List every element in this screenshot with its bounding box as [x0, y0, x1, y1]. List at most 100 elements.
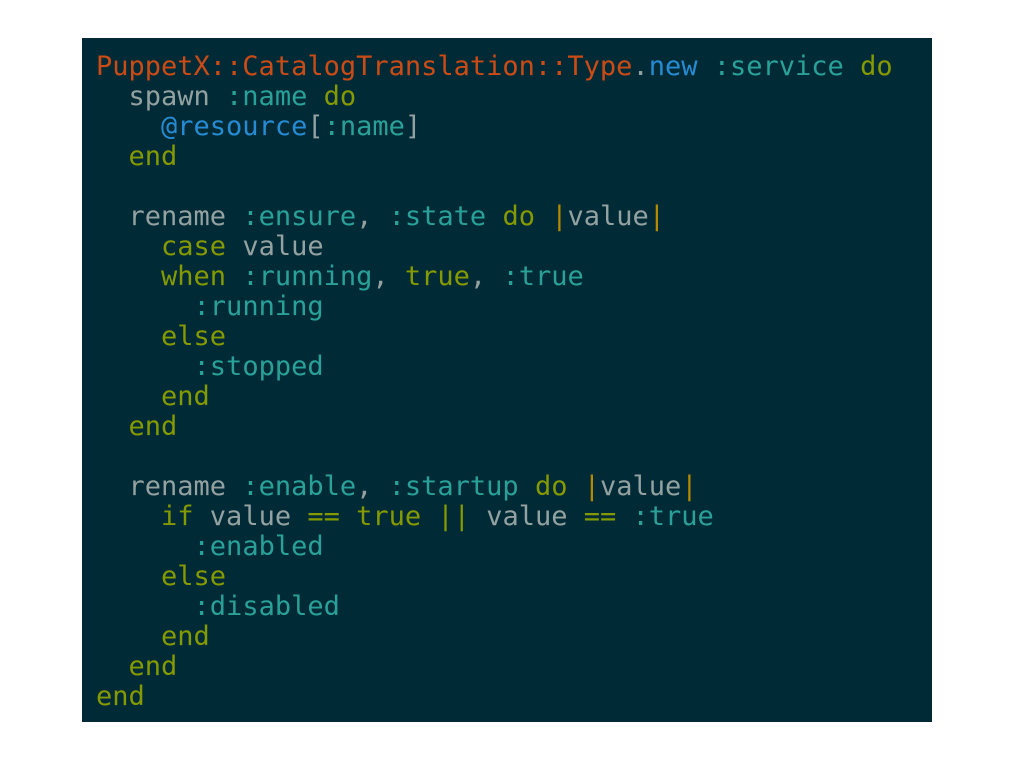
- code-punctuation: [844, 51, 860, 82]
- code-symbol: :running: [193, 291, 324, 322]
- code-keyword: ==: [583, 501, 617, 532]
- code-identifier: value: [193, 501, 308, 532]
- code-identifier: value: [599, 471, 682, 502]
- code-listing: PuppetX::CatalogTranslation::Type.new :s…: [96, 52, 932, 712]
- code-line: end: [96, 682, 932, 712]
- code-symbol: :name: [323, 111, 405, 142]
- code-keyword: end: [161, 621, 210, 652]
- code-keyword: else: [161, 561, 227, 592]
- code-punctuation: [486, 201, 502, 232]
- code-punctuation: ,: [356, 471, 389, 502]
- code-keyword: end: [96, 681, 145, 712]
- code-line: spawn :name do: [96, 82, 932, 112]
- code-keyword: do: [502, 201, 535, 232]
- code-line: end: [96, 652, 932, 682]
- code-symbol: :startup: [388, 471, 519, 502]
- code-line: :disabled: [96, 592, 932, 622]
- code-line: @resource[:name]: [96, 112, 932, 142]
- code-pipe: |: [583, 471, 600, 502]
- code-symbol: :stopped: [193, 351, 324, 382]
- code-punctuation: [567, 471, 583, 502]
- code-punctuation: [226, 261, 242, 292]
- slide: PuppetX::CatalogTranslation::Type.new :s…: [0, 0, 1024, 768]
- code-keyword: end: [161, 381, 210, 412]
- code-line: rename :enable, :startup do |value|: [96, 472, 932, 502]
- code-line: PuppetX::CatalogTranslation::Type.new :s…: [96, 52, 932, 82]
- code-punctuation: [96, 651, 129, 682]
- code-punctuation: [96, 111, 161, 142]
- code-symbol: :service: [713, 51, 844, 82]
- code-keyword: end: [128, 651, 178, 682]
- code-line: rename :ensure, :state do |value|: [96, 202, 932, 232]
- code-punctuation: ,: [356, 201, 389, 232]
- code-punctuation: [96, 591, 194, 622]
- code-line: end: [96, 382, 932, 412]
- code-punctuation: [421, 501, 437, 532]
- code-keyword: true: [356, 501, 422, 532]
- code-pipe: |: [648, 201, 666, 232]
- code-punctuation: [96, 291, 194, 322]
- code-punctuation: [616, 501, 632, 532]
- code-line: if value == true || value == :true: [96, 502, 932, 532]
- code-method: new: [648, 51, 698, 82]
- code-identifier: spawn: [96, 81, 227, 112]
- code-pipe: |: [681, 471, 698, 502]
- code-keyword: else: [161, 321, 227, 352]
- code-punctuation: [96, 351, 194, 382]
- code-punctuation: [535, 201, 551, 232]
- code-symbol: :enable: [242, 471, 357, 502]
- code-identifier: value: [226, 231, 324, 262]
- code-keyword: true: [404, 261, 470, 292]
- code-symbol: :state: [388, 201, 487, 232]
- code-keyword: if: [161, 501, 194, 532]
- code-punctuation: [96, 141, 129, 172]
- code-instance-variable: @resource: [161, 111, 308, 142]
- code-line: :enabled: [96, 532, 932, 562]
- code-punctuation: [: [307, 111, 324, 142]
- code-punctuation: [96, 231, 161, 262]
- code-line: else: [96, 322, 932, 352]
- code-symbol: :disabled: [193, 591, 340, 622]
- code-symbol: :name: [226, 81, 308, 112]
- code-line: case value: [96, 232, 932, 262]
- code-identifier: rename: [96, 201, 243, 232]
- code-punctuation: [96, 621, 161, 652]
- code-line: :running: [96, 292, 932, 322]
- code-keyword: ==: [307, 501, 340, 532]
- code-identifier: value: [567, 201, 649, 232]
- code-keyword: case: [161, 231, 227, 262]
- code-line: end: [96, 622, 932, 652]
- code-block: PuppetX::CatalogTranslation::Type.new :s…: [82, 38, 932, 722]
- code-line: when :running, true, :true: [96, 262, 932, 292]
- code-line: end: [96, 142, 932, 172]
- code-symbol: :ensure: [242, 201, 357, 232]
- code-keyword: do: [860, 51, 893, 82]
- code-punctuation: [519, 471, 535, 502]
- code-punctuation: [96, 411, 129, 442]
- code-keyword: end: [128, 411, 178, 442]
- code-constant: PuppetX::CatalogTranslation::Type: [96, 51, 633, 82]
- code-symbol: :enabled: [193, 531, 324, 562]
- code-symbol: :running: [242, 261, 373, 292]
- code-identifier: rename: [96, 471, 243, 502]
- code-punctuation: [96, 381, 161, 412]
- code-punctuation: ,: [372, 261, 405, 292]
- code-pipe: |: [551, 201, 568, 232]
- code-punctuation: [340, 501, 356, 532]
- code-keyword: do: [323, 81, 357, 112]
- code-punctuation: [697, 51, 713, 82]
- code-keyword: ||: [437, 501, 470, 532]
- code-punctuation: [96, 531, 194, 562]
- code-keyword: when: [161, 261, 227, 292]
- code-punctuation: ,: [469, 261, 503, 292]
- code-punctuation: [96, 501, 161, 532]
- code-punctuation: [96, 561, 161, 592]
- code-punctuation: ]: [404, 111, 422, 142]
- code-keyword: end: [128, 141, 178, 172]
- code-identifier: value: [469, 501, 584, 532]
- code-keyword: do: [534, 471, 568, 502]
- code-line: end: [96, 412, 932, 442]
- code-punctuation: [96, 261, 161, 292]
